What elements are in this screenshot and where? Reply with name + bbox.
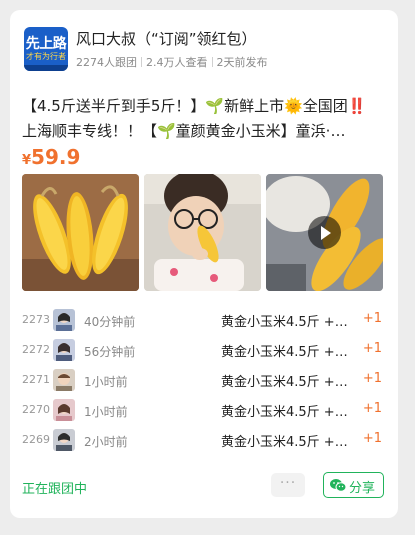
order-list: 2273 40分钟前 黄金小玉米4.5斤 +… +1 2272 56分钟前 黄金… <box>22 308 384 458</box>
description-line: 【4.5斤送半斤到手5斤！】🌱新鲜上市🌞全国团‼️ <box>22 97 367 115</box>
buyer-avatar <box>53 429 75 451</box>
view-count: 2.4万人查看 <box>146 56 208 69</box>
avatar-logo-text: 先上路 <box>25 36 67 52</box>
order-number: 2272 <box>22 343 50 356</box>
order-product: 黄金小玉米4.5斤 +… <box>221 345 348 360</box>
order-row[interactable]: 2271 1小时前 黄金小玉米4.5斤 +… +1 <box>22 368 384 398</box>
divider <box>211 57 213 67</box>
order-time: 1小时前 <box>84 405 128 419</box>
post-description[interactable]: 【4.5斤送半斤到手5斤！】🌱新鲜上市🌞全国团‼️ 上海顺丰专线！！【🌱童颜黄金… <box>22 94 378 144</box>
media-gallery <box>22 174 384 291</box>
corn-video-thumbnail[interactable] <box>266 174 383 291</box>
order-time: 2小时前 <box>84 435 128 449</box>
author-avatar[interactable]: 先上路 才有为行者 <box>24 27 68 71</box>
share-button[interactable]: 分享 <box>323 472 384 498</box>
group-buy-card[interactable]: 先上路 才有为行者 风口大叔（“订阅”领红包） 2274人跟团 2.4万人查看 2天… <box>10 10 398 518</box>
author-name[interactable]: 风口大叔（“订阅”领红包） <box>76 28 257 49</box>
avatar-logo-subtext: 才有为行者 <box>26 52 66 61</box>
price: ¥59.9 <box>22 145 80 169</box>
order-time: 40分钟前 <box>84 315 136 329</box>
order-time: 1小时前 <box>84 375 128 389</box>
wechat-icon <box>330 479 346 492</box>
more-button[interactable]: ··· <box>271 473 305 497</box>
order-time: 56分钟前 <box>84 345 136 359</box>
corn-photo <box>22 174 139 291</box>
order-product: 黄金小玉米4.5斤 +… <box>221 375 348 390</box>
order-quantity: +1 <box>362 401 382 416</box>
buyer-avatar <box>53 369 75 391</box>
divider <box>141 57 142 67</box>
description-line: 上海顺丰专线！！【🌱童颜黄金小玉米】童浜·… <box>22 122 346 140</box>
post-header: 先上路 才有为行者 风口大叔（“订阅”领红包） 2274人跟团 2.4万人查看 2天… <box>22 26 386 74</box>
order-quantity: +1 <box>362 311 382 326</box>
buyer-avatar <box>53 309 75 331</box>
corn-photo-thumbnail[interactable] <box>22 174 139 291</box>
price-currency: ¥ <box>22 153 32 168</box>
order-number: 2270 <box>22 403 50 416</box>
follower-count: 2274人跟团 <box>76 56 137 69</box>
order-row[interactable]: 2270 1小时前 黄金小玉米4.5斤 +… +1 <box>22 398 384 428</box>
group-status[interactable]: 正在跟团中 <box>22 478 87 497</box>
buyer-avatar <box>53 339 75 361</box>
order-number: 2271 <box>22 373 50 386</box>
post-meta: 2274人跟团 2.4万人查看 2天前发布 <box>76 54 268 70</box>
order-product: 黄金小玉米4.5斤 +… <box>221 435 348 450</box>
order-number: 2269 <box>22 433 50 446</box>
order-row[interactable]: 2272 56分钟前 黄金小玉米4.5斤 +… +1 <box>22 338 384 368</box>
order-product: 黄金小玉米4.5斤 +… <box>221 405 348 420</box>
child-eating-corn-thumbnail[interactable] <box>144 174 261 291</box>
share-label: 分享 <box>349 481 376 496</box>
post-time: 2天前发布 <box>216 56 268 69</box>
buyer-avatar <box>53 399 75 421</box>
order-quantity: +1 <box>362 431 382 446</box>
order-row[interactable]: 2269 2小时前 黄金小玉米4.5斤 +… +1 <box>22 428 384 458</box>
order-number: 2273 <box>22 313 50 326</box>
order-quantity: +1 <box>362 341 382 356</box>
order-quantity: +1 <box>362 371 382 386</box>
price-value: 59.9 <box>31 145 81 169</box>
child-photo <box>144 174 261 291</box>
play-icon[interactable] <box>308 216 341 249</box>
order-product: 黄金小玉米4.5斤 +… <box>221 315 348 330</box>
order-row[interactable]: 2273 40分钟前 黄金小玉米4.5斤 +… +1 <box>22 308 384 338</box>
